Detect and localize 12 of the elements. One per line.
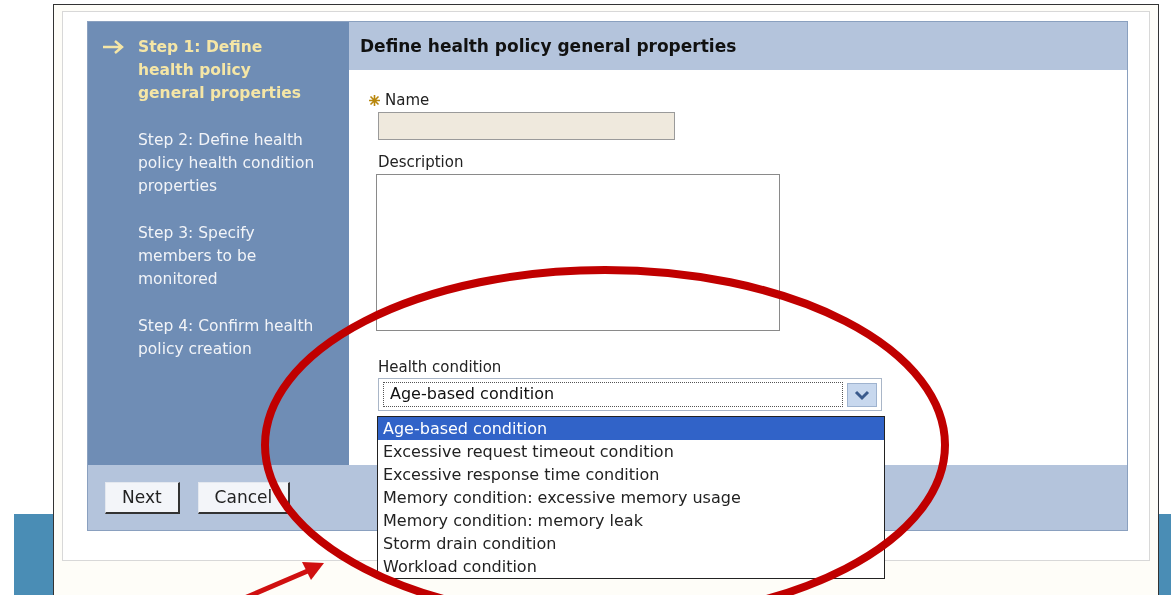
chevron-down-icon[interactable] bbox=[847, 382, 877, 407]
name-input-field[interactable] bbox=[378, 112, 675, 140]
field-label: Health condition bbox=[378, 357, 503, 377]
cancel-button[interactable]: Cancel bbox=[197, 481, 291, 514]
health-condition-dropdown[interactable]: Age-based condition bbox=[378, 378, 882, 411]
next-button[interactable]: Next bbox=[105, 481, 180, 514]
field-label: Description bbox=[378, 152, 465, 172]
description-input-field[interactable] bbox=[376, 174, 780, 331]
section-header: Define health policy general properties bbox=[349, 22, 1127, 70]
field-label: Name bbox=[385, 90, 430, 110]
dropdown-option[interactable]: Age-based condition bbox=[378, 417, 884, 440]
selected-value: Age-based condition bbox=[383, 382, 843, 407]
